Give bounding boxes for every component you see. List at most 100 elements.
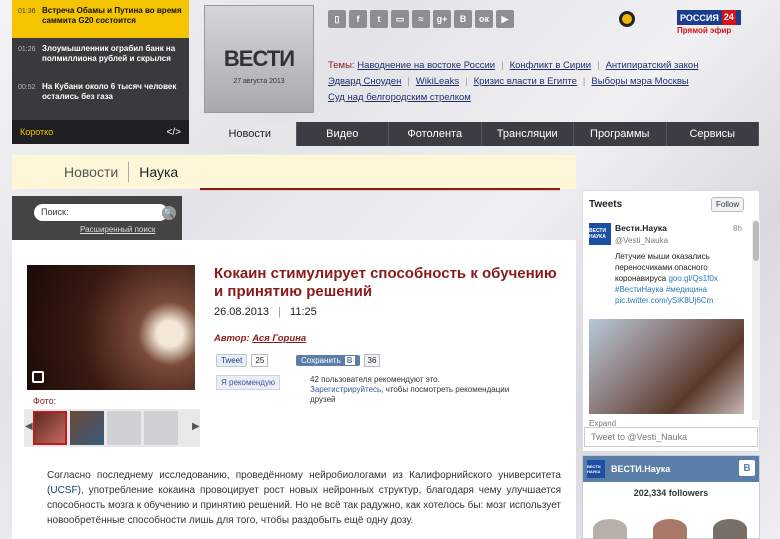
logo-wordmark: ВЕСТИ [223,46,295,71]
vk-icon[interactable]: В [454,10,472,28]
date: 26.08.2013 [214,306,270,318]
twitter-scrollbar[interactable] [752,220,760,420]
facebook-recommend-text: 42 пользователя рекомендуют это. Зарегист… [310,375,525,405]
avatar[interactable] [593,519,627,539]
ticker-item[interactable]: 00:52 На Кубани около 6 тысяч человек ост… [12,76,189,114]
twitter-username[interactable]: Вести.Наука [615,223,667,233]
fb-register-link[interactable]: Зарегистрируйтесь [310,385,381,394]
nav-photo[interactable]: Фотолента [389,122,482,146]
podcast-icon[interactable]: ▭ [391,10,409,28]
divider [200,190,560,191]
topic-link[interactable]: Антипиратский закон [606,60,699,71]
nav-programs[interactable]: Программы [574,122,667,146]
search-input[interactable]: Поиск: [34,204,168,221]
photo-thumbnails: ◀ ▶ [24,409,200,447]
tweet-input[interactable]: Tweet to @Vesti_Nauka [584,427,758,447]
ticker-time: 01:26 [18,46,36,53]
avatar[interactable] [653,519,687,539]
ticker-headline[interactable]: Злоумышленник ограбил банк на полмиллион… [42,44,183,76]
rss-icon[interactable]: ≈ [412,10,430,28]
youtube-icon[interactable]: ▶ [496,10,514,28]
twitter-header: Tweets [589,199,623,210]
live-link[interactable]: Прямой эфир [677,26,731,35]
thumbnail[interactable] [70,411,104,445]
tweet-share: Tweet 25 [216,353,269,368]
facebook-recommend-button[interactable]: Я рекомендую [216,375,280,390]
site-logo[interactable]: ВЕСТИ 27 августа 2013 [204,5,314,113]
article-body: Согласно последнему исследованию, провед… [47,468,561,528]
twitter-widget: Tweets Follow ВЕСТИ НАУКА Вести.Наука @V… [582,190,760,452]
breadcrumb-news[interactable]: Новости [64,164,118,180]
tweet-pic-link[interactable]: pic.twitter.com/ySiK8Uj6Cm [615,296,713,305]
tweet-time[interactable]: 8h [733,224,742,233]
embed-code-icon[interactable]: </> [167,127,181,138]
ticker-footer: Коротко </> [12,120,189,144]
ticker-time: 01:36 [18,8,36,15]
article-photo[interactable] [27,265,195,390]
nav-video[interactable]: Видео [297,122,389,146]
time: 11:25 [290,306,317,318]
photo-label: Фото: [33,396,57,406]
tweet-image[interactable] [589,319,744,414]
thumbnail[interactable] [33,411,67,445]
tweet-count: 25 [251,354,269,367]
ticker-headline[interactable]: Встреча Обамы и Путина во время саммита … [42,6,183,38]
twitter-avatar[interactable]: ВЕСТИ НАУКА [589,223,611,245]
topic-link[interactable]: Наводнение на востоке России [357,60,495,71]
twitter-follow-button[interactable]: Follow [711,197,745,212]
russia24-logo[interactable]: РОССИЯ 24 [677,10,741,25]
topic-link[interactable]: WikiLeaks [416,76,459,87]
vk-save-label: Сохранить [301,356,341,365]
fullscreen-icon[interactable] [32,371,44,383]
topic-link[interactable]: Выборы мэра Москвы [591,76,688,87]
twitter-icon[interactable]: t [370,10,388,28]
odnoklassniki-icon[interactable]: ок [475,10,493,28]
logo-date: 27 августа 2013 [233,78,285,85]
chevron-left-icon[interactable]: ◀ [25,421,33,432]
topic-link[interactable]: Конфликт в Сирии [510,60,592,71]
search-panel: Поиск: 🔍 Расширенный поиск [12,196,182,240]
ticker-footer-label[interactable]: Коротко [20,127,53,137]
topic-link[interactable]: Эдвард Сноуден [328,76,401,87]
advanced-search-link[interactable]: Расширенный поиск [80,225,155,234]
topic-link[interactable]: Суд над белгородским стрелком [328,92,471,103]
avatar[interactable] [713,519,747,539]
thumbnail[interactable] [107,411,141,445]
search-icon[interactable]: 🔍 [162,206,176,220]
author-link[interactable]: Ася Горина [252,333,306,344]
vk-count: 36 [363,354,381,367]
vk-save-button[interactable]: Сохранить В [296,355,360,366]
chevron-right-icon[interactable]: ▶ [192,421,200,432]
breadcrumb: Новости Наука [12,154,576,189]
nav-news[interactable]: Новости [204,122,297,146]
ticker-headline[interactable]: На Кубани около 6 тысяч человек остались… [42,82,183,114]
tweet-button[interactable]: Tweet [216,354,248,367]
tweet-hashtags[interactable]: #ВестиНаука #медицина [615,285,707,294]
medal-icon[interactable] [619,11,635,27]
vk-group-name[interactable]: ВЕСТИ.Наука [611,464,670,474]
ticker-item[interactable]: 01:36 Встреча Обамы и Путина во время сам… [12,0,189,38]
author-label: Автор: [214,333,250,344]
vk-followers: 202,334 followers [633,488,709,498]
article-date: 26.08.2013 | 11:25 [214,306,317,318]
vk-widget: ВЕСТИ НАУКА ВЕСТИ.Наука В 202,334 follower… [582,455,760,539]
facebook-icon[interactable]: f [349,10,367,28]
ucsf-link[interactable]: UCSF [50,485,77,496]
vk-icon: В [344,356,355,365]
tweet-link[interactable]: goo.gl/Qs1f0x [668,274,717,283]
vk-logo-icon[interactable]: В [739,460,755,476]
phone-icon[interactable]: ▯ [328,10,346,28]
nav-broadcasts[interactable]: Трансляции [482,122,574,146]
twitter-handle[interactable]: @Vesti_Nauka [615,236,668,245]
ticker-item[interactable]: 01:26 Злоумышленник ограбил банк на полми… [12,38,189,76]
thumbnail[interactable] [144,411,178,445]
breadcrumb-science[interactable]: Наука [139,164,178,180]
main-nav: Новости Видео Фотолента Трансляции Прогр… [204,122,759,146]
vk-share: Сохранить В 36 [296,353,381,368]
googleplus-icon[interactable]: g+ [433,10,451,28]
vk-avatar[interactable]: ВЕСТИ НАУКА [587,460,605,478]
nav-services[interactable]: Сервисы [667,122,759,146]
news-ticker: 01:36 Встреча Обамы и Путина во время сам… [12,0,189,144]
vk-widget-header: ВЕСТИ НАУКА ВЕСТИ.Наука В [583,456,759,482]
topic-link[interactable]: Кризис власти в Египте [474,76,577,87]
